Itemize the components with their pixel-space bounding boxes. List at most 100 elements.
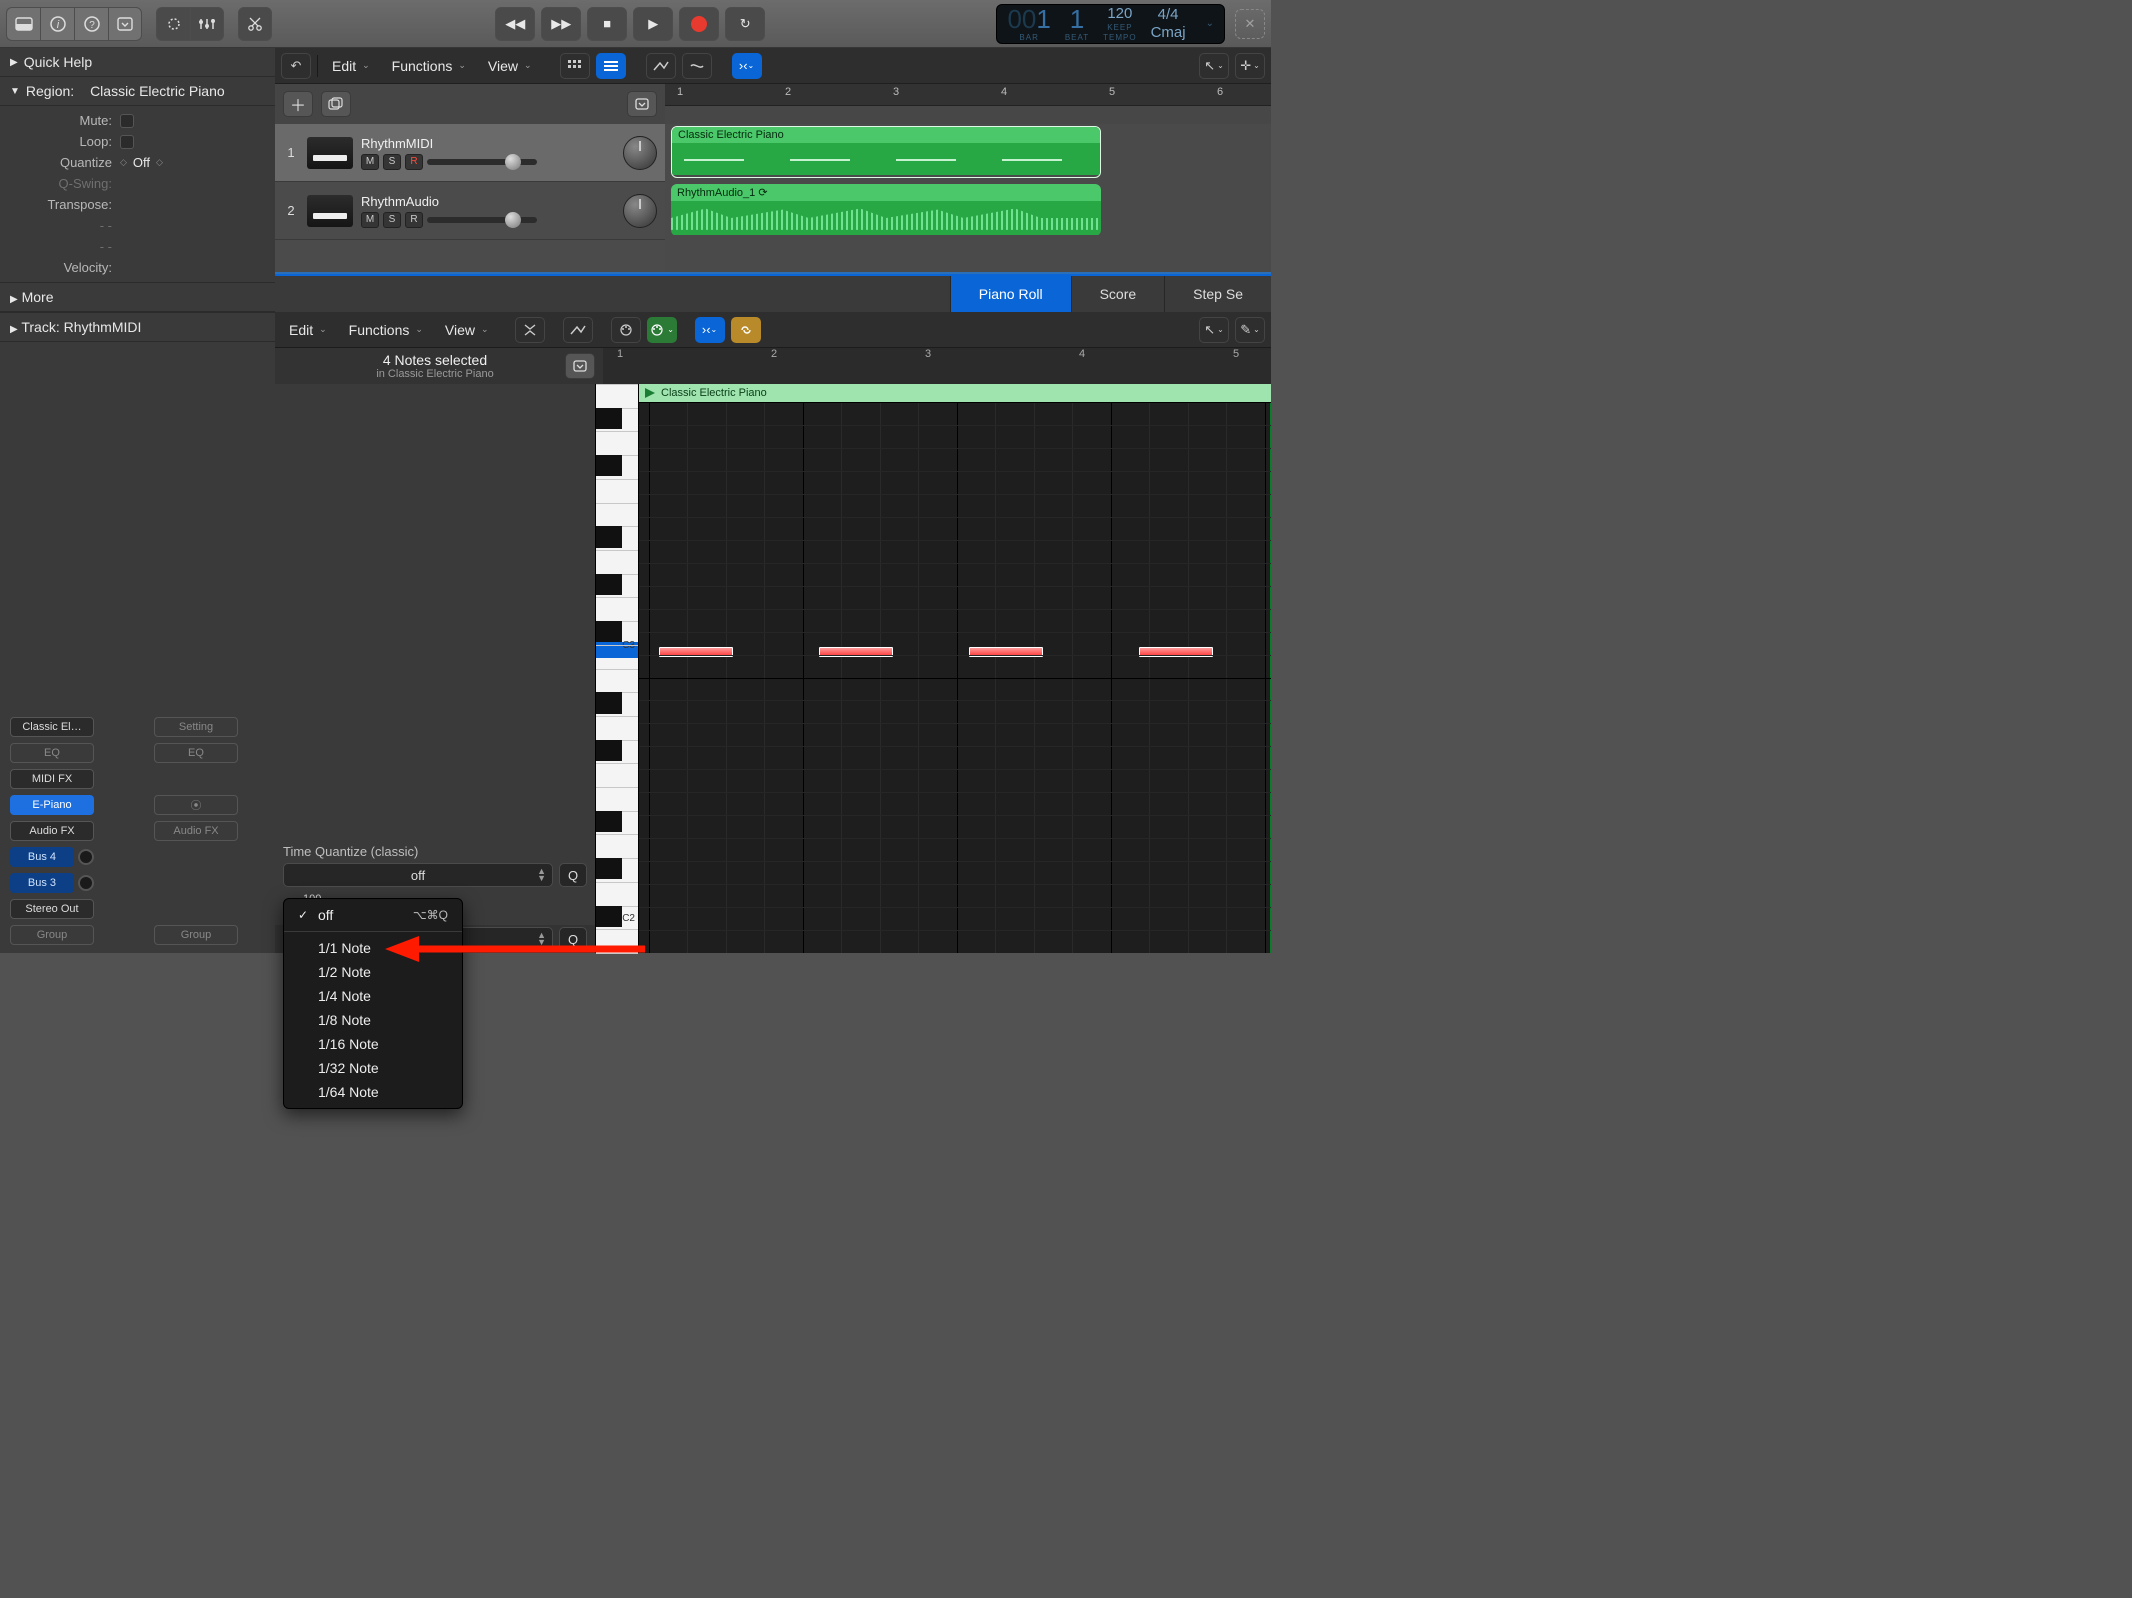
mute-button[interactable]: M: [361, 154, 379, 170]
editor-ruler[interactable]: 1 2 3 4 5: [603, 348, 1271, 384]
tab-step-sequencer[interactable]: Step Se: [1164, 276, 1271, 312]
snap-button[interactable]: ›‹⌄: [732, 53, 762, 79]
grid-view-button[interactable]: [560, 53, 590, 79]
midi-in-button[interactable]: [611, 317, 641, 343]
cycle-button[interactable]: ↻: [725, 7, 765, 41]
more-header[interactable]: ▶ More: [0, 282, 275, 312]
eq-button[interactable]: EQ: [10, 743, 94, 763]
inspector-button[interactable]: i: [40, 7, 74, 41]
editor-pointer-tool[interactable]: ↖⌄: [1199, 317, 1229, 343]
record-enable-button[interactable]: R: [405, 154, 423, 170]
quantize-option-1-1[interactable]: 1/1 Note: [284, 936, 462, 960]
record-enable-button[interactable]: R: [405, 212, 423, 228]
library-button[interactable]: [6, 7, 40, 41]
track-row[interactable]: 1 RhythmMIDI M S R: [275, 124, 665, 182]
region-header[interactable]: ▼Region: Classic Electric Piano: [0, 77, 275, 106]
midi-region[interactable]: Classic Electric Piano: [671, 126, 1101, 178]
audiofx-button-1[interactable]: Audio FX: [10, 821, 94, 841]
track-header[interactable]: ▶ Track: RhythmMIDI: [0, 312, 275, 342]
back-nav-button[interactable]: ↶: [281, 53, 311, 79]
volume-slider[interactable]: [427, 159, 537, 165]
solo-button[interactable]: S: [383, 154, 401, 170]
link-button[interactable]: ⦿: [154, 795, 238, 815]
mute-checkbox[interactable]: [120, 114, 134, 128]
quantize-option-1-64[interactable]: 1/64 Note: [284, 1080, 462, 1104]
play-button[interactable]: ▶: [633, 7, 673, 41]
stop-button[interactable]: ■: [587, 7, 627, 41]
editor-pencil-tool[interactable]: ✎⌄: [1235, 317, 1265, 343]
audiofx-button-2[interactable]: Audio FX: [154, 821, 238, 841]
lcd-display[interactable]: 001 BAR 1 BEAT 120 KEEP TEMPO 4/4 Cmaj ⌄: [996, 4, 1225, 44]
pan-knob[interactable]: [623, 194, 657, 228]
preset-button[interactable]: Classic El…: [10, 717, 94, 737]
scissors-button[interactable]: [238, 7, 272, 41]
toolbar-toggle-button[interactable]: [108, 7, 142, 41]
send-bus4[interactable]: Bus 4: [10, 847, 74, 867]
midi-out-button[interactable]: ⌄: [647, 317, 677, 343]
quantize-option-1-32[interactable]: 1/32 Note: [284, 1056, 462, 1080]
group-button-2[interactable]: Group: [154, 925, 238, 945]
send-bus3-knob[interactable]: [78, 875, 94, 891]
quantize-option-1-16[interactable]: 1/16 Note: [284, 1032, 462, 1056]
setting-button[interactable]: Setting: [154, 717, 238, 737]
record-button[interactable]: [679, 7, 719, 41]
editor-functions-menu[interactable]: Functions⌄: [341, 318, 431, 342]
volume-slider[interactable]: [427, 217, 537, 223]
forward-button[interactable]: ▶▶: [541, 7, 581, 41]
automation-button[interactable]: [646, 53, 676, 79]
collapse-button[interactable]: [515, 317, 545, 343]
duplicate-track-button[interactable]: [321, 91, 351, 117]
arrange-edit-menu[interactable]: Edit⌄: [324, 54, 378, 78]
tab-score[interactable]: Score: [1071, 276, 1165, 312]
piano-roll-grid[interactable]: Classic Electric Piano: [639, 384, 1271, 953]
tab-piano-roll[interactable]: Piano Roll: [950, 276, 1071, 312]
close-button[interactable]: ✕: [1235, 9, 1265, 39]
output-button[interactable]: Stereo Out: [10, 899, 94, 919]
arrange-view-menu[interactable]: View⌄: [480, 54, 540, 78]
solo-button[interactable]: S: [383, 212, 401, 228]
piano-keyboard[interactable]: C3 C2 [0,1,0,1,0,0,1,0,1,0,1,0]: [595, 384, 639, 953]
global-tracks-button[interactable]: [627, 91, 657, 117]
link-button[interactable]: [731, 317, 761, 343]
flex-button[interactable]: [682, 53, 712, 79]
scale-apply-button[interactable]: Q: [559, 927, 587, 951]
mute-button[interactable]: M: [361, 212, 379, 228]
rewind-button[interactable]: ◀◀: [495, 7, 535, 41]
quantize-option-1-4[interactable]: 1/4 Note: [284, 984, 462, 1008]
grid-region-bar[interactable]: Classic Electric Piano: [639, 384, 1271, 402]
pan-knob[interactable]: [623, 136, 657, 170]
quantize-option-1-2[interactable]: 1/2 Note: [284, 960, 462, 984]
arrange-ruler[interactable]: 1 2 3 4 5 6: [665, 84, 1271, 106]
loop-checkbox[interactable]: [120, 135, 134, 149]
arrange-functions-menu[interactable]: Functions⌄: [384, 54, 474, 78]
group-button-1[interactable]: Group: [10, 925, 94, 945]
quantize-option-1-8[interactable]: 1/8 Note: [284, 1008, 462, 1032]
send-bus4-knob[interactable]: [78, 849, 94, 865]
quantize-apply-button[interactable]: Q: [559, 863, 587, 887]
editor-edit-menu[interactable]: Edit⌄: [281, 318, 335, 342]
list-view-button[interactable]: [596, 53, 626, 79]
catch-playhead-button[interactable]: [565, 353, 595, 379]
add-track-button[interactable]: ＋: [283, 91, 313, 117]
midifx-button[interactable]: MIDI FX: [10, 769, 94, 789]
eq-button-2[interactable]: EQ: [154, 743, 238, 763]
smart-controls-button[interactable]: [156, 7, 190, 41]
arrange-lane[interactable]: Classic Electric Piano RhythmAudio_1 ⟳: [665, 124, 1271, 272]
audio-region[interactable]: RhythmAudio_1 ⟳: [671, 184, 1101, 236]
quantize-value[interactable]: Off: [133, 155, 150, 170]
track-row[interactable]: 2 RhythmAudio M S R: [275, 182, 665, 240]
secondary-tool-button[interactable]: ✛⌄: [1235, 53, 1265, 79]
send-bus3[interactable]: Bus 3: [10, 873, 74, 893]
mixer-button[interactable]: [190, 7, 224, 41]
quick-help-header[interactable]: ▶Quick Help: [0, 48, 275, 77]
quantize-option-off[interactable]: ✓off⌥⌘Q: [284, 903, 462, 927]
stepper-icon-r[interactable]: ◇: [156, 157, 163, 168]
stepper-icon[interactable]: ◇: [120, 157, 127, 168]
editor-snap-button[interactable]: ›‹⌄: [695, 317, 725, 343]
automation-toggle[interactable]: [563, 317, 593, 343]
lcd-chevron-icon[interactable]: ⌄: [1200, 18, 1214, 29]
pointer-tool-button[interactable]: ↖⌄: [1199, 53, 1229, 79]
instrument-button[interactable]: E-Piano: [10, 795, 94, 815]
time-quantize-select[interactable]: off ▲▼: [283, 863, 553, 887]
editor-view-menu[interactable]: View⌄: [437, 318, 497, 342]
